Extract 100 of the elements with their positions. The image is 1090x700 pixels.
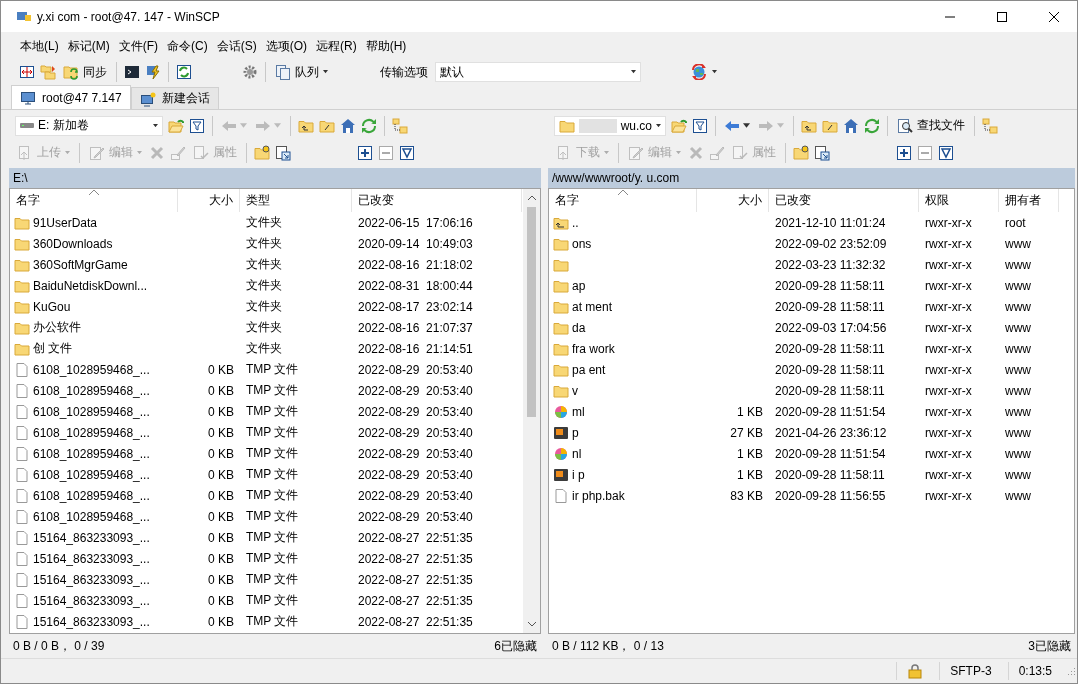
minus-icon[interactable] (378, 144, 394, 161)
column-header[interactable]: 大小 (178, 189, 240, 212)
location-dropdown[interactable]: wu.co (554, 115, 666, 136)
file-name: 15164_863233093_... (33, 530, 150, 545)
column-header[interactable]: 权限 (919, 189, 999, 212)
plus-icon[interactable] (896, 144, 912, 161)
modified-date: 2022-08-29 20:53:40 (358, 383, 473, 398)
menu-item[interactable]: 文件(F) (117, 37, 159, 55)
window-title: y.xi com - root@47. 147 - WinSCP (37, 9, 220, 24)
file-icon (14, 361, 30, 378)
new-folder-icon[interactable] (254, 144, 270, 161)
menu-item[interactable]: 远程(R) (315, 37, 358, 55)
home-icon[interactable] (843, 117, 859, 134)
queue-button[interactable]: 队列 (273, 62, 330, 82)
shortcut-icon[interactable] (814, 144, 830, 161)
file-name: .. (572, 215, 579, 230)
column-header[interactable]: 已改变 (769, 189, 919, 212)
new-folder-icon[interactable] (793, 144, 809, 161)
menu-item[interactable]: 选项(O) (264, 37, 308, 55)
file-size: 0 KB (208, 614, 234, 629)
transfer-settings-dropdown[interactable]: 默认 (435, 62, 641, 82)
minus-icon[interactable] (917, 144, 933, 161)
menu-item[interactable]: 帮助(H) (364, 37, 408, 55)
lightning-icon[interactable] (145, 64, 161, 80)
caret-icon (743, 123, 750, 128)
permissions: rwxr-xr-x (925, 299, 972, 314)
column-header[interactable]: 拥有者 (999, 189, 1059, 212)
folder-tree-icon[interactable] (982, 117, 998, 134)
open-folder-icon[interactable] (671, 117, 687, 134)
file-icon (14, 571, 30, 588)
folder-tree-icon[interactable] (392, 117, 408, 134)
column-header[interactable]: 已改变 (352, 189, 522, 212)
menu-item[interactable]: 会话(S) (215, 37, 258, 55)
file-type: 文件夹 (246, 235, 282, 252)
file-name: 6108_1028959468_... (33, 362, 150, 377)
modified-date: 2022-09-03 17:04:56 (775, 320, 887, 335)
protocol-label: SFTP-3 (939, 662, 1002, 680)
file-type: TMP 文件 (246, 571, 299, 588)
plus-icon[interactable] (357, 144, 373, 161)
terminal-icon[interactable] (124, 64, 140, 80)
file-size: 0 KB (208, 446, 234, 461)
file-type: TMP 文件 (246, 592, 299, 609)
caret-icon (656, 123, 661, 128)
compare-panes-icon[interactable] (19, 64, 35, 80)
monitor-icon (20, 89, 36, 106)
session-tab[interactable]: root@47 7.147 (11, 85, 131, 109)
file-icon (14, 445, 30, 462)
folder-sync-icon[interactable] (40, 64, 56, 80)
file-size: 0 KB (208, 593, 234, 608)
file-name: 6108_1028959468_... (33, 488, 150, 503)
caret-icon (240, 123, 247, 128)
menu-item[interactable]: 本地(L) (19, 37, 60, 55)
find-files-button[interactable]: 查找文件 (895, 116, 967, 135)
select-filter-icon[interactable] (938, 144, 954, 161)
select-filter-icon[interactable] (399, 144, 415, 161)
pencil-icon (628, 144, 644, 161)
modified-date: 2022-08-29 20:53:40 (358, 425, 473, 440)
file-type: 文件夹 (246, 214, 282, 231)
modified-date: 2021-12-10 11:01:24 (775, 215, 886, 230)
refresh-icon[interactable] (864, 117, 880, 134)
filter-icon[interactable] (692, 117, 708, 134)
modified-date: 2021-04-26 23:36:12 (775, 425, 887, 440)
session-time: 0:13:5 (1007, 662, 1062, 680)
column-header[interactable]: 类型 (240, 189, 352, 212)
modified-date: 2022-08-27 22:51:35 (358, 572, 473, 587)
filter-icon[interactable] (189, 117, 205, 134)
refresh-icon[interactable] (361, 117, 377, 134)
delete-icon[interactable] (688, 144, 704, 161)
sync-button[interactable]: 同步 (61, 62, 109, 82)
globe-sync-icon[interactable] (691, 64, 707, 80)
back-button[interactable] (723, 119, 752, 132)
caret-icon[interactable] (712, 70, 717, 74)
properties-icon (732, 144, 748, 161)
permissions: rwxr-xr-x (925, 320, 972, 335)
drive-dropdown[interactable]: E: 新加卷 (15, 115, 163, 136)
file-name: 6108_1028959468_... (33, 383, 150, 398)
shortcut-icon[interactable] (275, 144, 291, 161)
column-header[interactable]: 大小 (697, 189, 769, 212)
file-owner: www (1005, 383, 1031, 398)
file-type: TMP 文件 (246, 361, 299, 378)
file-owner: www (1005, 488, 1031, 503)
file-owner: www (1005, 299, 1031, 314)
open-folder-icon[interactable] (168, 117, 184, 134)
column-header[interactable]: 名字 (549, 189, 697, 212)
path-bar: /www/wwwroot/y. u.com (548, 168, 1075, 188)
delete-icon[interactable] (149, 144, 165, 161)
file-name: BaiduNetdiskDownl... (33, 278, 148, 293)
file-name: 6108_1028959468_... (33, 404, 150, 419)
file-size: 1 KB (737, 446, 763, 461)
column-header[interactable]: 名字 (10, 189, 178, 212)
session-tab[interactable]: 新建会话 (130, 87, 219, 109)
home-icon[interactable] (340, 117, 356, 134)
file-owner: www (1005, 320, 1031, 335)
menu-item[interactable]: 命令(C) (166, 37, 209, 55)
scrollbar[interactable] (523, 189, 540, 633)
file-icon (14, 613, 30, 630)
sync-square-icon[interactable] (176, 64, 192, 80)
menu-item[interactable]: 标记(M) (66, 37, 111, 55)
settings-icon[interactable] (242, 64, 258, 80)
scroll-thumb[interactable] (527, 207, 536, 417)
